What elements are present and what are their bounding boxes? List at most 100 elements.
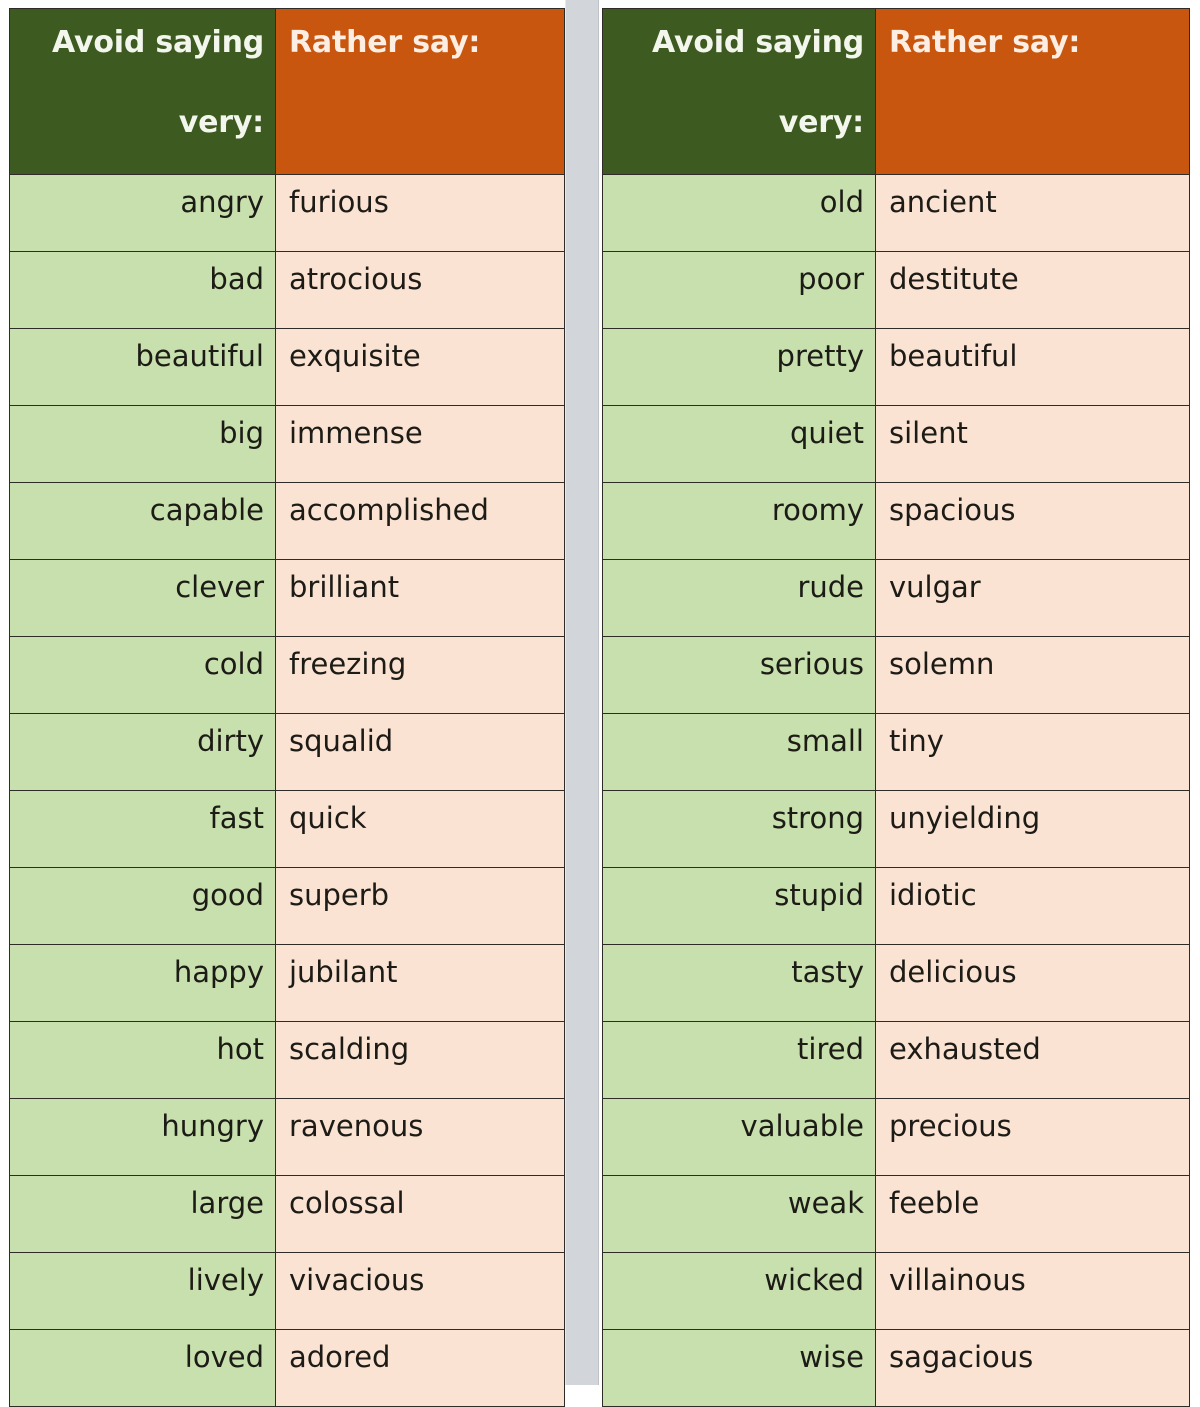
cell-rather-word: silent [875, 405, 1190, 483]
table-row: dirty squalid [9, 713, 565, 791]
rather-word-label: superb [289, 878, 390, 912]
table-row: roomy spacious [602, 482, 1190, 560]
avoid-word-label: capable [149, 493, 264, 527]
avoid-word-label: stupid [774, 878, 864, 912]
cell-rather-word: sagacious [875, 1329, 1190, 1407]
header-row: Avoid saying very: Rather say: [602, 8, 1190, 175]
table-row: old ancient [602, 174, 1190, 252]
cell-rather-word: villainous [875, 1252, 1190, 1330]
cell-avoid-word: strong [602, 790, 876, 868]
table-row: pretty beautiful [602, 328, 1190, 406]
avoid-word-label: large [190, 1186, 265, 1220]
rather-word-label: adored [289, 1340, 391, 1374]
rather-word-label: immense [289, 416, 423, 450]
cell-rather-word: scalding [275, 1021, 565, 1099]
cell-avoid-word: dirty [9, 713, 276, 791]
cell-avoid-word: serious [602, 636, 876, 714]
cell-rather-word: precious [875, 1098, 1190, 1176]
rather-word-label: furious [289, 185, 389, 219]
cell-rather-word: vivacious [275, 1252, 565, 1330]
cell-rather-word: accomplished [275, 482, 565, 560]
rather-word-label: scalding [289, 1032, 410, 1066]
cell-avoid-word: hungry [9, 1098, 276, 1176]
left-table-header: Avoid saying very: Rather say: [9, 8, 565, 175]
table-row: tired exhausted [602, 1021, 1190, 1099]
avoid-word-label: strong [771, 801, 864, 835]
cell-rather-word: quick [275, 790, 565, 868]
table-row: happy jubilant [9, 944, 565, 1022]
avoid-word-label: tasty [791, 955, 864, 989]
cell-avoid-word: clever [9, 559, 276, 637]
cell-rather-word: superb [275, 867, 565, 945]
table-row: strong unyielding [602, 790, 1190, 868]
cell-rather-word: unyielding [875, 790, 1190, 868]
cell-avoid-word: good [9, 867, 276, 945]
avoid-word-label: hot [216, 1032, 265, 1066]
rather-word-label: beautiful [889, 339, 1018, 373]
cell-rather-word: freezing [275, 636, 565, 714]
rather-word-label: vivacious [289, 1263, 425, 1297]
table-row: hot scalding [9, 1021, 565, 1099]
cell-avoid-word: rude [602, 559, 876, 637]
avoid-word-label: weak [787, 1186, 864, 1220]
cell-rather-word: immense [275, 405, 565, 483]
table-row: hungry ravenous [9, 1098, 565, 1176]
cell-rather-word: ancient [875, 174, 1190, 252]
table-row: poor destitute [602, 251, 1190, 329]
rather-word-label: idiotic [889, 878, 977, 912]
table-row: valuable precious [602, 1098, 1190, 1176]
cell-avoid-word: cold [9, 636, 276, 714]
table-row: fast quick [9, 790, 565, 868]
table-row: big immense [9, 405, 565, 483]
cell-avoid-word: old [602, 174, 876, 252]
cell-rather-word: idiotic [875, 867, 1190, 945]
cell-avoid-word: small [602, 713, 876, 791]
avoid-word-label: old [819, 185, 864, 219]
avoid-word-label: angry [180, 185, 264, 219]
rather-word-label: jubilant [289, 955, 398, 989]
header-avoid-saying-line1: Avoid saying [652, 25, 864, 60]
rather-word-label: exquisite [289, 339, 421, 373]
left-table-container: Avoid saying very: Rather say: angry furi… [0, 0, 565, 1407]
rather-word-label: precious [889, 1109, 1012, 1143]
avoid-word-label: beautiful [135, 339, 264, 373]
cell-avoid-word: hot [9, 1021, 276, 1099]
rather-word-label: accomplished [289, 493, 489, 527]
avoid-word-label: loved [184, 1340, 264, 1374]
cell-rather-word: beautiful [875, 328, 1190, 406]
synonym-table-left: Avoid saying very: Rather say: angry furi… [9, 8, 565, 1407]
avoid-word-label: lively [187, 1263, 264, 1297]
cell-rather-word: jubilant [275, 944, 565, 1022]
table-row: lively vivacious [9, 1252, 565, 1330]
avoid-word-label: cold [203, 647, 264, 681]
table-row: stupid idiotic [602, 867, 1190, 945]
cell-avoid-word: poor [602, 251, 876, 329]
rather-word-label: sagacious [889, 1340, 1034, 1374]
rather-word-label: delicious [889, 955, 1017, 989]
cell-rather-word: ravenous [275, 1098, 565, 1176]
cell-avoid-word: beautiful [9, 328, 276, 406]
cell-avoid-word: wise [602, 1329, 876, 1407]
avoid-word-label: bad [209, 262, 264, 296]
cell-rather-word: vulgar [875, 559, 1190, 637]
table-row: large colossal [9, 1175, 565, 1253]
avoid-word-label: pretty [776, 339, 864, 373]
table-row: tasty delicious [602, 944, 1190, 1022]
column-header-rather-say: Rather say: [275, 8, 565, 175]
header-rather-say-label: Rather say: [889, 25, 1081, 60]
table-row: good superb [9, 867, 565, 945]
rather-word-label: unyielding [889, 801, 1041, 835]
rather-word-label: atrocious [289, 262, 423, 296]
cell-rather-word: exquisite [275, 328, 565, 406]
synonym-reference-sheet: Avoid saying very: Rather say: angry furi… [0, 0, 1200, 1407]
cell-rather-word: exhausted [875, 1021, 1190, 1099]
cell-avoid-word: capable [9, 482, 276, 560]
header-avoid-saying-line2: very: [178, 105, 264, 140]
cell-rather-word: atrocious [275, 251, 565, 329]
cell-rather-word: colossal [275, 1175, 565, 1253]
cell-avoid-word: large [9, 1175, 276, 1253]
cell-avoid-word: happy [9, 944, 276, 1022]
cell-avoid-word: stupid [602, 867, 876, 945]
cell-avoid-word: bad [9, 251, 276, 329]
table-row: beautiful exquisite [9, 328, 565, 406]
